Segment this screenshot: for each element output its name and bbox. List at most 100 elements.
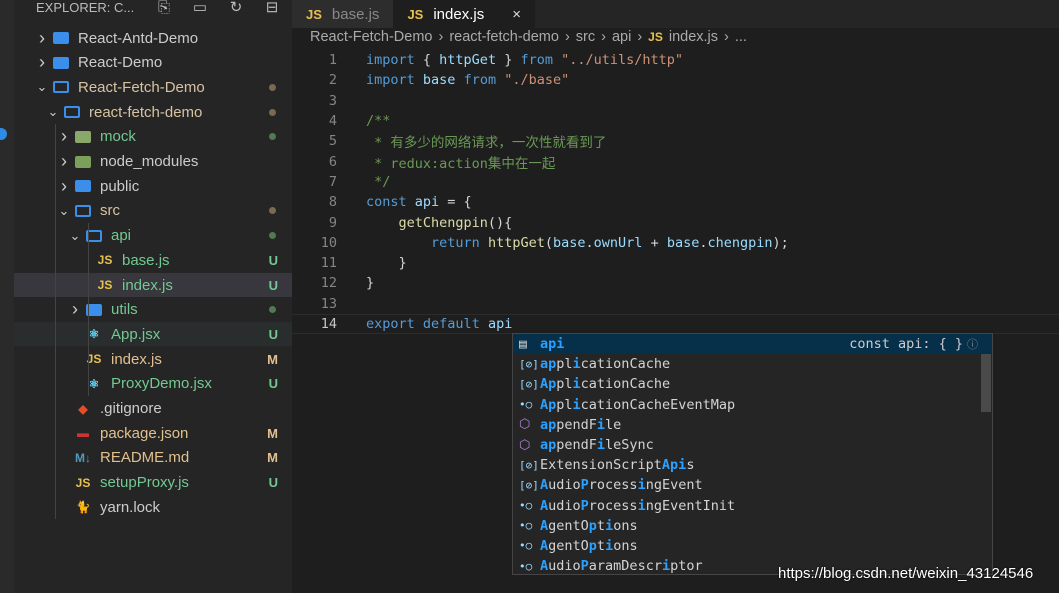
breadcrumb-item[interactable]: react-fetch-demo xyxy=(449,29,559,45)
suggestion-item[interactable]: [⊘] AudioProcessingEvent xyxy=(513,475,992,495)
label-segment: ExtensionScript xyxy=(540,457,662,474)
label-segment: i xyxy=(572,356,581,373)
code-line[interactable]: 6 * redux:action集中在一起 xyxy=(292,151,1059,172)
label-segment: pl xyxy=(556,396,573,413)
label-segment: i xyxy=(596,416,606,433)
npm-icon: ▬ xyxy=(77,426,89,441)
code-line[interactable]: 1 import { httpGet } from "../utils/http" xyxy=(292,50,1059,70)
code-line[interactable]: 3 xyxy=(292,91,1059,111)
breadcrumb-item[interactable]: src xyxy=(576,29,595,45)
line-number: 7 xyxy=(328,173,337,190)
suggestion-label: AgentOptions xyxy=(540,518,638,534)
suggestion-item[interactable]: [⊘] ExtensionScriptApis xyxy=(513,455,992,475)
git-status-badge xyxy=(269,306,276,314)
label-segment: cationCache xyxy=(580,356,671,373)
suggestion-item[interactable]: •○ AgentOptions xyxy=(513,516,992,536)
code-line[interactable]: 2 import base from "./base" xyxy=(292,70,1059,90)
suggestion-label: api xyxy=(540,336,564,352)
code-text: import { httpGet } from "../utils/http" xyxy=(366,52,683,68)
tab-index-js[interactable]: JS index.js × xyxy=(393,0,535,28)
suggestion-item[interactable]: [⊘] ApplicationCache xyxy=(513,374,992,394)
suggestion-item[interactable]: •○ AgentOptions xyxy=(513,536,992,556)
suggestion-item[interactable]: [⊘] applicationCache xyxy=(513,354,992,374)
info-icon[interactable]: ⓘ xyxy=(967,338,978,351)
code-line[interactable]: 8 const api = { xyxy=(292,192,1059,212)
code-text: */ xyxy=(366,174,390,190)
code-line[interactable]: 7 */ xyxy=(292,172,1059,192)
label-segment: pl xyxy=(556,376,573,393)
close-icon[interactable]: × xyxy=(512,6,521,23)
chevron-right-icon[interactable]: › xyxy=(56,126,72,147)
js-icon: JS xyxy=(306,6,322,22)
code-token: = { xyxy=(439,194,472,211)
refresh-icon[interactable]: ↻ xyxy=(218,0,254,16)
git-status-badge xyxy=(269,207,276,215)
git-status-badge: M xyxy=(267,351,278,367)
breadcrumb-item[interactable]: api xyxy=(612,29,631,45)
suggestion-item[interactable]: ▤ api const api: { } ⓘ xyxy=(513,334,992,355)
chevron-down-icon[interactable]: ⌄ xyxy=(67,228,83,244)
method-icon: ⬡ xyxy=(519,417,531,433)
breadcrumb-item[interactable]: index.js xyxy=(669,29,718,45)
breadcrumb-item[interactable]: React-Fetch-Demo xyxy=(310,29,432,45)
chevron-right-icon[interactable]: › xyxy=(34,52,50,73)
suggestion-item[interactable]: •○ ApplicationCacheEventMap xyxy=(513,395,992,415)
tree-item[interactable]: ⌄ react-fetch-demo xyxy=(14,100,292,124)
tree-item[interactable]: › React-Demo xyxy=(14,51,292,75)
code-line[interactable]: 5 * 有多少的网络请求，一次性就看到了 xyxy=(292,131,1059,151)
code-token: { xyxy=(414,52,440,69)
code-line[interactable]: 11 } xyxy=(292,253,1059,273)
code-line[interactable]: 13 xyxy=(292,294,1059,314)
new-folder-icon[interactable]: ▭ xyxy=(182,0,218,16)
tree-item[interactable]: ⌄ React-Fetch-Demo xyxy=(14,75,292,99)
code-token: from xyxy=(520,52,553,69)
suggestion-label: applicationCache xyxy=(540,356,670,372)
chevron-right-icon[interactable]: › xyxy=(67,299,83,320)
chevron-down-icon[interactable]: ⌄ xyxy=(45,104,61,120)
chevron-down-icon[interactable]: ⌄ xyxy=(34,79,50,95)
interface-icon: •○ xyxy=(519,559,533,573)
code-editor[interactable]: 1 import { httpGet } from "../utils/http"… xyxy=(292,50,1059,335)
js-icon: JS xyxy=(407,6,424,22)
code-token: . xyxy=(585,234,594,251)
tab-base-js[interactable]: JS base.js xyxy=(292,0,394,28)
explorer-title: EXPLORER: C... xyxy=(36,0,135,15)
code-token: "../utils/http" xyxy=(561,52,684,69)
chevron-right-icon[interactable]: › xyxy=(56,151,72,172)
suggestion-item[interactable]: ⬡ appendFileSync xyxy=(513,435,992,455)
tree-item-label: setupProxy.js xyxy=(100,474,189,492)
new-file-icon[interactable]: ⎘ xyxy=(146,0,182,16)
code-token: api xyxy=(487,316,513,332)
breadcrumb-item[interactable]: ... xyxy=(735,29,747,45)
suggestion-label: ApplicationCache xyxy=(540,376,670,392)
tree-item-label: mock xyxy=(100,128,136,146)
tree-item-label: utils xyxy=(111,301,138,319)
code-line[interactable]: 12} xyxy=(292,273,1059,293)
label-segment: aramDescr xyxy=(588,558,662,575)
breadcrumb: React-Fetch-Demo › react-fetch-demo › src ›… xyxy=(310,29,747,45)
suggestion-label: ExtensionScriptApis xyxy=(540,457,694,473)
code-line[interactable]: 9 getChengpin(){ xyxy=(292,212,1059,232)
chevron-right-icon[interactable]: › xyxy=(34,28,50,49)
js-icon: JS xyxy=(86,352,102,367)
folder-icon xyxy=(72,178,94,194)
code-line[interactable]: 4 /** xyxy=(292,111,1059,131)
collapse-all-icon[interactable]: ⊟ xyxy=(254,0,290,16)
code-line[interactable]: 14 export default api xyxy=(292,313,1059,335)
tree-item-label: ProxyDemo.jsx xyxy=(111,375,212,393)
code-token: /** xyxy=(366,113,391,130)
tree-item-label: api xyxy=(111,227,132,245)
code-text: return httpGet(base.ownUrl + base.chengp… xyxy=(366,235,789,251)
suggestion-item[interactable]: ⬡ appendFile xyxy=(513,415,992,435)
folder-icon xyxy=(72,129,94,145)
js-icon: JS xyxy=(648,30,663,44)
separator-icon: › xyxy=(438,29,444,45)
suggestion-item[interactable]: •○ AudioProcessingEventInit xyxy=(513,496,992,516)
chevron-down-icon[interactable]: ⌄ xyxy=(56,203,72,219)
label-segment: p xyxy=(588,537,597,554)
interface-icon: •○ xyxy=(519,519,533,533)
code-line[interactable]: 10 return httpGet(base.ownUrl + base.che… xyxy=(292,233,1059,253)
tree-item[interactable]: › React-Antd-Demo xyxy=(14,26,292,50)
chevron-right-icon[interactable]: › xyxy=(56,176,72,197)
